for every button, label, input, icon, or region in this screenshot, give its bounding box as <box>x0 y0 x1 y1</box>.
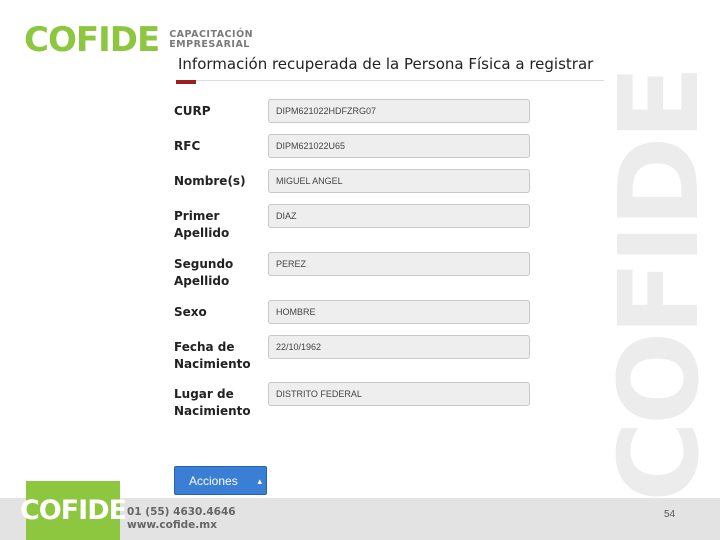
actions-label: Acciones <box>189 473 238 488</box>
segundo-apellido-field[interactable] <box>268 252 530 276</box>
label-lugar-nacimiento: Lugar de Nacimiento <box>174 387 251 418</box>
label-segundo-apellido: Segundo Apellido <box>174 257 234 288</box>
footer-phone: 01 (55) 4630.4646 <box>127 506 236 518</box>
label-nombres: Nombre(s) <box>174 174 246 188</box>
footer-website: www.cofide.mx <box>127 519 217 531</box>
page-number: 54 <box>664 509 676 520</box>
lugar-nacimiento-field[interactable] <box>268 382 530 406</box>
page-title: Información recuperada de la Persona Fís… <box>178 55 594 73</box>
title-divider <box>176 80 604 81</box>
label-sexo: Sexo <box>174 305 207 319</box>
label-primer-apellido: Primer Apellido <box>174 209 230 240</box>
curp-field[interactable] <box>268 99 530 123</box>
footer-logo: COFIDE <box>20 481 127 540</box>
title-accent-bar <box>176 80 196 84</box>
logo-tagline-line2: EMPRESARIAL <box>169 39 250 50</box>
label-curp: CURP <box>174 104 211 118</box>
fecha-nacimiento-field[interactable] <box>268 335 530 359</box>
logo-wordmark: COFIDE <box>24 20 160 60</box>
cofide-logo: COFIDE CAPACITACIÓN EMPRESARIAL <box>24 20 253 60</box>
primer-apellido-field[interactable] <box>268 204 530 228</box>
nombres-field[interactable] <box>268 169 530 193</box>
sexo-field[interactable] <box>268 300 530 324</box>
cofide-watermark: COFIDE <box>595 69 720 502</box>
actions-dropdown-button[interactable]: Acciones ▴ <box>174 466 267 495</box>
caret-up-icon: ▴ <box>257 476 262 486</box>
rfc-field[interactable] <box>268 134 530 158</box>
footer-logo-wordmark: COFIDE <box>19 495 127 526</box>
label-rfc: RFC <box>174 139 201 153</box>
footer-contact: 01 (55) 4630.4646 www.cofide.mx <box>127 506 236 532</box>
label-fecha-nacimiento: Fecha de Nacimiento <box>174 340 251 371</box>
watermark-text: COFIDE <box>595 68 720 502</box>
logo-tagline: CAPACITACIÓN EMPRESARIAL <box>169 30 253 50</box>
